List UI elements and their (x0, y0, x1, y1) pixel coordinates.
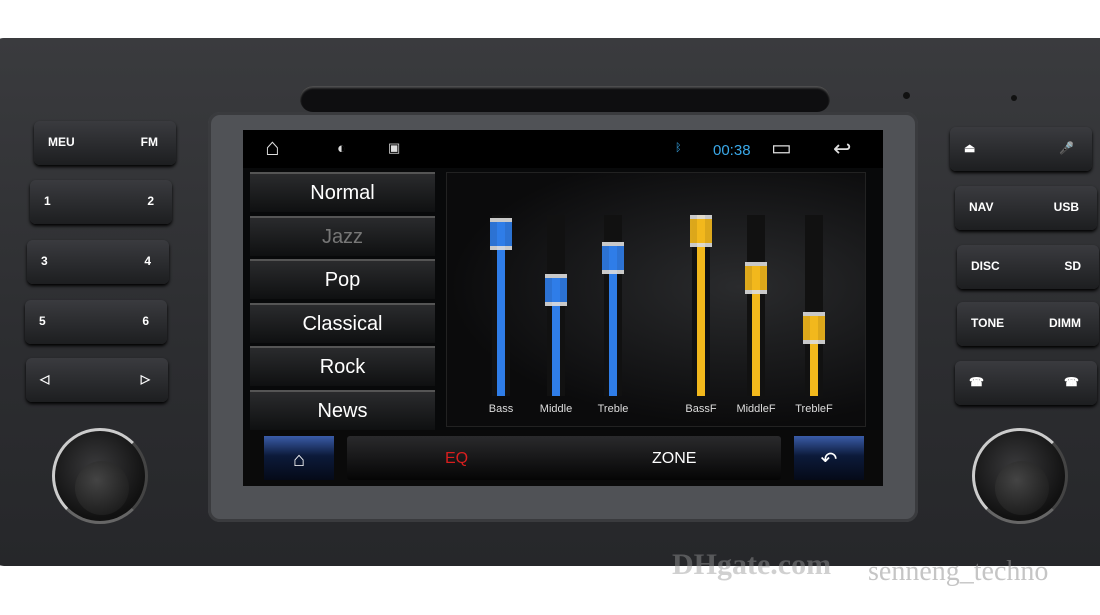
brightness-icon[interactable]: ◐ (337, 140, 346, 157)
slider-handle[interactable] (490, 218, 512, 251)
right-button-4[interactable]: ☎ ☎ (955, 361, 1097, 405)
slider-label: Middle (539, 403, 573, 415)
tab-eq[interactable]: EQ (445, 450, 468, 468)
slider-label: Bass (488, 403, 514, 415)
button-label-right: 🎤 (1059, 141, 1074, 155)
button-label-right: ☎ (1064, 375, 1079, 389)
preset-jazz[interactable]: Jazz (250, 215, 435, 256)
watermark-seller: senneng_techno (868, 556, 1049, 587)
touch-screen: ⌂ ◐ ▣ ᛒ 00:38 ▭ ↩ Normal Jazz Pop Classical… (243, 130, 883, 486)
button-label-left: TONE (971, 316, 1005, 330)
right-button-3[interactable]: TONE DIMM (957, 302, 1099, 346)
volume-knob[interactable] (52, 428, 148, 524)
home-button[interactable]: ⌂ (264, 436, 334, 480)
tune-knob[interactable] (972, 428, 1068, 524)
mic-hole (903, 92, 910, 99)
slider-label: TrebleF (795, 403, 833, 415)
slider-handle[interactable] (545, 274, 567, 307)
bluetooth-icon: ᛒ (675, 142, 682, 154)
button-label-right: DIMM (1049, 316, 1081, 330)
preset-news[interactable]: News (250, 389, 435, 430)
recent-apps-icon[interactable]: ▭ (771, 135, 792, 161)
image-icon[interactable]: ▣ (388, 140, 400, 156)
slider-treblef[interactable] (803, 215, 825, 396)
button-label-left: ☎ (969, 375, 984, 389)
right-button-2[interactable]: DISC SD (957, 245, 1099, 289)
left-button-1[interactable]: 12 (30, 180, 172, 224)
button-label-right: ▷ (140, 372, 150, 386)
button-label-right: 4 (144, 254, 151, 268)
back-icon[interactable]: ↩ (833, 136, 851, 162)
tab-zone[interactable]: ZONE (652, 450, 696, 468)
button-label-right: FM (140, 135, 158, 149)
right-button-1[interactable]: NAV USB (955, 186, 1097, 230)
preset-classical[interactable]: Classical (250, 302, 435, 343)
right-button-0[interactable]: ⏏ 🎤 (950, 127, 1092, 171)
button-label-left: 3 (41, 254, 48, 268)
back-button[interactable]: ↶ (794, 436, 864, 480)
button-label-right: SD (1064, 259, 1081, 273)
bottom-bar: ⌂ EQ ZONE ↶ (243, 430, 883, 486)
slider-handle[interactable] (602, 241, 624, 274)
button-label-left: 5 (39, 314, 46, 328)
home-icon[interactable]: ⌂ (265, 134, 280, 162)
slider-handle[interactable] (803, 312, 825, 345)
watermark-logo: DHgate.com (672, 548, 832, 581)
left-button-4[interactable]: ◁ ▷ (26, 358, 168, 402)
slider-middle[interactable] (545, 215, 567, 396)
clock: 00:38 (713, 142, 751, 159)
cd-slot (300, 86, 830, 112)
button-label-right: 2 (147, 194, 154, 208)
button-label-left: ◁ (40, 372, 50, 386)
slider-handle[interactable] (690, 215, 712, 247)
slider-bass[interactable] (490, 215, 512, 396)
button-label-right: 6 (142, 314, 149, 328)
left-button-2[interactable]: 34 (27, 240, 169, 284)
preset-normal[interactable]: Normal (250, 172, 435, 212)
slider-handle[interactable] (745, 261, 767, 294)
button-label-left: DISC (971, 259, 1000, 273)
slider-treble[interactable] (602, 215, 624, 396)
slider-label: BassF (685, 403, 717, 415)
status-bar: ⌂ ◐ ▣ ᛒ 00:38 ▭ ↩ (243, 130, 883, 168)
equalizer-panel: Bass Middle Treble BassF MiddleF TrebleF (446, 172, 866, 427)
tab-bar: EQ ZONE (347, 436, 781, 480)
slider-middlef[interactable] (745, 215, 767, 396)
button-label-right: USB (1053, 200, 1079, 214)
button-label-left: NAV (969, 200, 994, 214)
left-button-3[interactable]: 56 (25, 300, 167, 344)
button-label-left: ⏏ (964, 141, 976, 155)
slider-label: MiddleF (736, 403, 776, 415)
preset-rock[interactable]: Rock (250, 346, 435, 386)
slider-label: Treble (597, 403, 629, 415)
button-label-left: 1 (44, 194, 51, 208)
reset-hole (1011, 95, 1017, 101)
left-button-0[interactable]: MEU FM (34, 121, 176, 165)
slider-bassf[interactable] (690, 215, 712, 396)
preset-pop[interactable]: Pop (250, 259, 435, 299)
button-label-left: MEU (48, 135, 75, 149)
